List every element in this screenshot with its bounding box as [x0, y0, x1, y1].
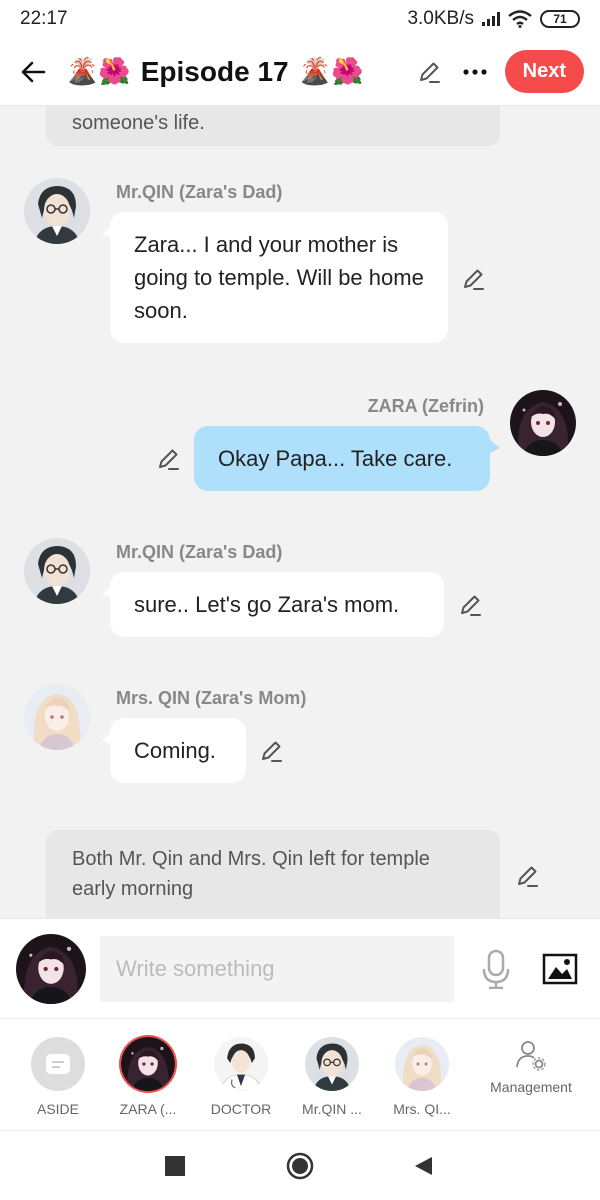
recent-apps-icon[interactable] [160, 1151, 190, 1181]
user-settings-icon [516, 1041, 546, 1071]
speaker-name: ZARA (Zefrin) [367, 396, 484, 416]
character-label: ZARA (... [119, 1101, 177, 1117]
narration-block[interactable]: Both Mr. Qin and Mrs. Qin left for templ… [46, 830, 500, 918]
avatar[interactable] [24, 684, 90, 750]
episode-title: Episode 17 [140, 55, 289, 87]
message-bubble[interactable]: Okay Papa... Take care. [194, 426, 500, 491]
aside-icon [31, 1037, 85, 1091]
character-label: Management [490, 1079, 572, 1095]
status-bar: 22:17 3.0KB/s 71 [0, 0, 600, 38]
chat-area[interactable]: someone's life. Mr.QIN (Zara's Dad) Zara… [0, 106, 600, 918]
network-speed: 3.0KB/s [407, 8, 474, 29]
character-label: ASIDE [36, 1101, 79, 1117]
more-options-icon[interactable] [459, 56, 491, 88]
message-bubble[interactable]: Zara... I and your mother is going to te… [102, 212, 448, 343]
narration-text: Both Mr. Qin and Mrs. Qin left for templ… [72, 848, 430, 900]
speaker-name: Mr.QIN (Zara's Dad) [116, 182, 283, 202]
speaker-name: Mrs. QIN (Zara's Mom) [116, 688, 307, 708]
message-input-bar [0, 918, 600, 1018]
episode-header: 🌋🌺 Episode 17 🌋🌺 Next [0, 38, 600, 106]
message-text: Okay Papa... Take care. [218, 446, 453, 471]
message-text: Zara... I and your mother is going to te… [134, 232, 424, 323]
edit-message-icon[interactable] [514, 863, 540, 889]
system-nav-bar [0, 1130, 600, 1200]
microphone-icon[interactable] [474, 947, 518, 991]
edit-message-icon[interactable] [460, 266, 486, 292]
character-zara[interactable]: ZARA (... [103, 1037, 193, 1117]
narration-text: someone's life. [72, 112, 205, 134]
image-icon[interactable] [538, 947, 582, 991]
edit-message-icon[interactable] [155, 446, 181, 472]
narration-block[interactable]: someone's life. [46, 106, 500, 146]
avatar [214, 1037, 268, 1091]
battery-level: 71 [553, 12, 567, 26]
message-text: Coming. [134, 738, 216, 763]
avatar[interactable] [24, 538, 90, 604]
avatar[interactable] [510, 390, 576, 456]
character-mr-qin[interactable]: Mr.QIN ... [287, 1037, 377, 1117]
avatar [395, 1037, 449, 1091]
home-icon[interactable] [285, 1151, 315, 1181]
status-time: 22:17 [20, 8, 68, 29]
back-triangle-icon[interactable] [408, 1151, 438, 1181]
character-aside[interactable]: ASIDE [13, 1037, 103, 1117]
message-input[interactable] [100, 935, 454, 1002]
message-text: sure.. Let's go Zara's mom. [134, 592, 400, 617]
character-bar: ASIDE ZARA (... DOCTOR Mr.QIN ... Mrs. Q… [0, 1018, 600, 1130]
page-title: 🌋🌺 Episode 17 🌋🌺 [64, 56, 365, 88]
back-arrow-icon[interactable] [16, 55, 50, 89]
avatar [305, 1037, 359, 1091]
edit-title-icon[interactable] [413, 56, 445, 88]
title-emoji-right: 🌋🌺 [298, 56, 364, 86]
next-button[interactable]: Next [504, 50, 584, 93]
character-label: Mr.QIN ... [302, 1101, 362, 1117]
character-doctor[interactable]: DOCTOR [196, 1037, 286, 1117]
character-label: DOCTOR [210, 1101, 272, 1117]
wifi-icon [508, 10, 532, 28]
edit-message-icon[interactable] [457, 592, 483, 618]
current-character-avatar[interactable] [16, 934, 86, 1004]
signal-icon [482, 12, 500, 26]
speaker-name: Mr.QIN (Zara's Dad) [116, 542, 283, 562]
character-mrs-qin[interactable]: Mrs. QI... [377, 1037, 467, 1117]
avatar [121, 1037, 175, 1091]
character-label: Mrs. QI... [393, 1101, 451, 1117]
message-bubble[interactable]: Coming. [102, 718, 246, 783]
message-bubble[interactable]: sure.. Let's go Zara's mom. [102, 572, 444, 637]
title-emoji-left: 🌋🌺 [66, 56, 131, 86]
avatar[interactable] [24, 178, 90, 244]
battery-icon: 71 [540, 10, 580, 28]
character-management[interactable]: Management [486, 1039, 576, 1095]
edit-message-icon[interactable] [258, 738, 284, 764]
status-indicators: 3.0KB/s 71 [407, 8, 580, 30]
